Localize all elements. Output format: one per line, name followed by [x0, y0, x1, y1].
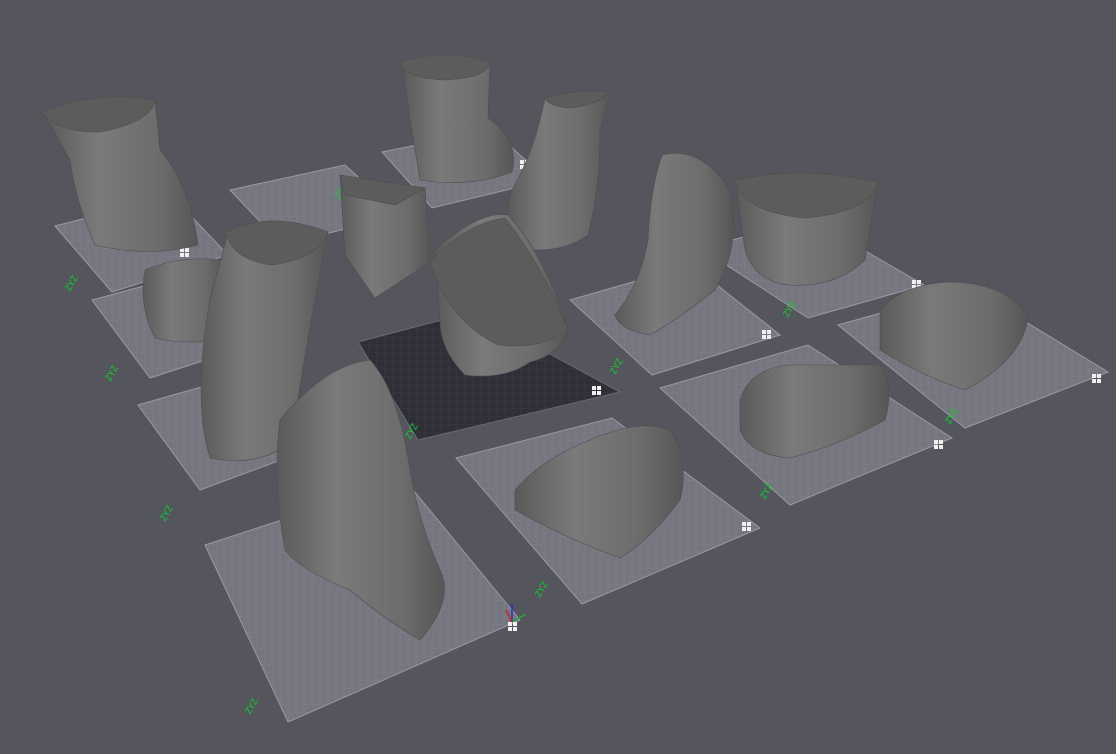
plate-label: ZYZ	[159, 504, 176, 524]
grid-icon-cell	[597, 386, 601, 390]
grid-icon-cell	[513, 627, 517, 631]
grid-icon-cell	[180, 253, 184, 257]
plate-label: ZYZ	[534, 580, 551, 600]
3d-viewport[interactable]: ZYZZYZZYZZYZZYZZYZZYZZYZZYZZYZZYZZYZ	[0, 0, 1116, 754]
plate-label: ZYZ	[104, 364, 121, 384]
grid-icon-cell	[742, 527, 746, 531]
grid-icon-cell	[520, 160, 524, 164]
grid-icon-cell	[592, 386, 596, 390]
grid-icon-cell	[742, 522, 746, 526]
plate-label: ZYZ	[64, 274, 81, 294]
grid-icon-cell	[939, 445, 943, 449]
grid-icon-cell	[597, 391, 601, 395]
grid-icon-cell	[917, 280, 921, 284]
grid-icon-cell	[912, 280, 916, 284]
grid-icon-cell	[592, 391, 596, 395]
leg-model[interactable]	[507, 90, 611, 251]
grid-icon-cell	[513, 622, 517, 626]
grid-icon-cell	[508, 627, 512, 631]
grid-icon-cell	[939, 440, 943, 444]
plate-label: ZYZ	[244, 697, 261, 717]
grid-icon-cell	[747, 527, 751, 531]
grid-icon-cell	[747, 522, 751, 526]
grid-icon-cell	[1097, 374, 1101, 378]
plate-label: ZYZ	[609, 357, 626, 377]
grid-icon-cell	[762, 330, 766, 334]
grid-icon-cell	[767, 335, 771, 339]
grid-icon-cell	[934, 445, 938, 449]
grid-icon-cell	[767, 330, 771, 334]
grid-icon-cell	[1097, 379, 1101, 383]
grid-icon-cell	[1092, 374, 1096, 378]
grid-icon-cell	[185, 248, 189, 252]
grid-icon-cell	[762, 335, 766, 339]
grid-icon-cell	[508, 622, 512, 626]
grid-icon-cell	[1092, 379, 1096, 383]
scene[interactable]: ZYZZYZZYZZYZZYZZYZZYZZYZZYZZYZZYZZYZ	[0, 0, 1116, 754]
grid-icon-cell	[185, 253, 189, 257]
grid-icon-cell	[934, 440, 938, 444]
